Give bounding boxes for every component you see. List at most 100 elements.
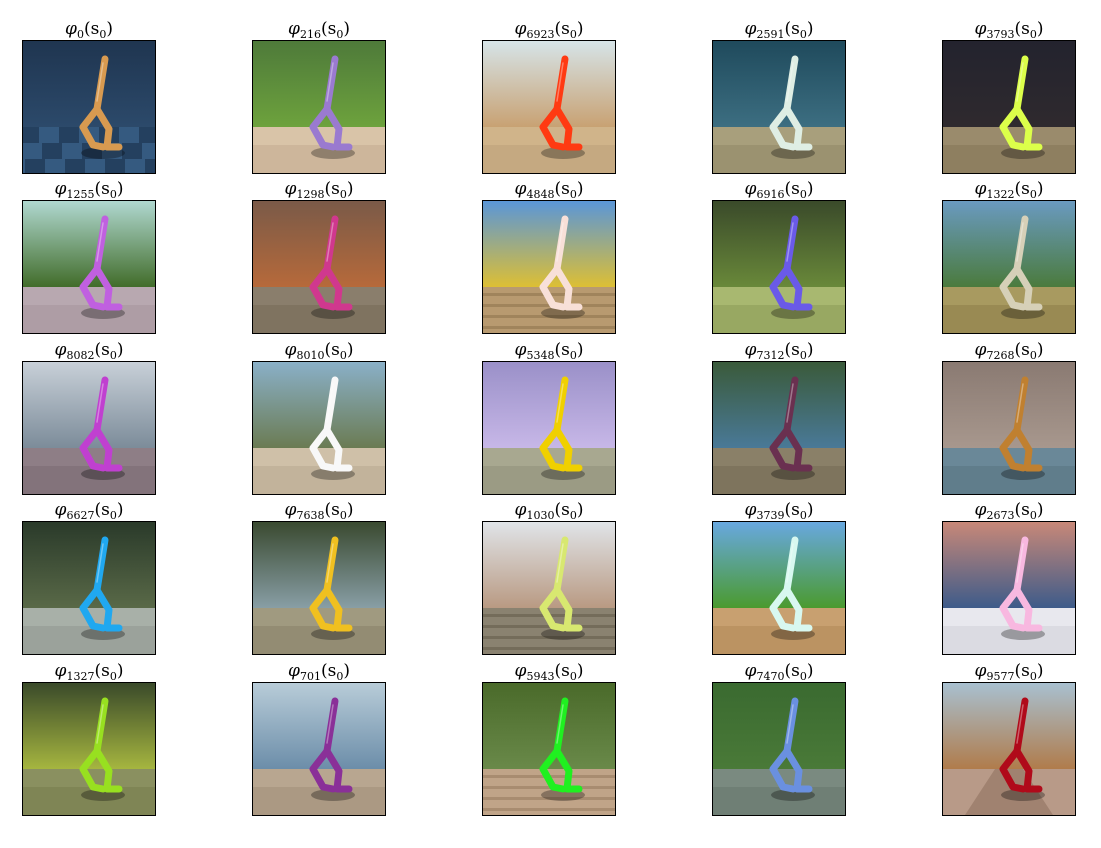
panel-title-arg: (s <box>1014 661 1030 681</box>
panel-title-close: ) <box>346 340 354 360</box>
walker-render-image <box>22 521 156 655</box>
panel-title-arg: (s <box>324 340 340 360</box>
panel-title-close: ) <box>106 19 113 39</box>
walker-render-image <box>252 200 386 334</box>
panel-title-symbol: φ <box>54 179 67 199</box>
panel-title-symbol: φ <box>54 661 67 681</box>
panel-title-arg: (s <box>324 179 340 199</box>
panel-title-arg: (s <box>320 19 337 39</box>
walker-render-image <box>252 682 386 816</box>
walker-render-image <box>22 40 156 174</box>
panel-title-arg: (s <box>324 500 340 520</box>
panel-title-arg: (s <box>320 661 337 681</box>
panel-title-symbol: φ <box>54 340 67 360</box>
panel-title: φ2591(s0) <box>672 18 886 41</box>
panel-title-close: ) <box>116 500 124 520</box>
panel-title-arg: (s <box>554 661 570 681</box>
panel-title-arg: (s <box>554 340 570 360</box>
panel-title-symbol: φ <box>514 19 527 39</box>
panel-title-symbol: φ <box>284 340 297 360</box>
panel-title-close: ) <box>116 340 124 360</box>
walker-render-image <box>252 361 386 495</box>
panel-title-arg: (s <box>1014 179 1030 199</box>
panel-title-close: ) <box>1036 661 1044 681</box>
panel-title-arg: (s <box>94 500 110 520</box>
panel-title-close: ) <box>346 500 354 520</box>
panel-title: φ7312(s0) <box>672 339 886 362</box>
panel-title-symbol: φ <box>54 500 67 520</box>
panel-title-close: ) <box>806 661 814 681</box>
walker-render-image <box>712 682 846 816</box>
walker-render-image <box>482 40 616 174</box>
panel-title-close: ) <box>576 500 584 520</box>
walker-render-image <box>482 361 616 495</box>
panel-title-symbol: φ <box>514 340 527 360</box>
panel-title-symbol: φ <box>744 340 757 360</box>
panel-title: φ1322(s0) <box>902 178 1101 201</box>
panel-title-close: ) <box>343 661 350 681</box>
panel-title: φ6923(s0) <box>442 18 656 41</box>
panel-title-arg: (s <box>784 179 800 199</box>
walker-render-image <box>942 521 1076 655</box>
panel-title-symbol: φ <box>974 500 987 520</box>
panel-title-symbol: φ <box>288 19 300 39</box>
panel-title: φ6627(s0) <box>0 499 196 522</box>
panel-title-arg: (s <box>784 500 800 520</box>
panel-title: φ0(s0) <box>0 18 196 41</box>
panel-title-arg: (s <box>83 19 100 39</box>
panel-title-symbol: φ <box>514 179 527 199</box>
panel-title-close: ) <box>806 500 814 520</box>
panel-title: φ1327(s0) <box>0 660 196 683</box>
panel-title: φ6916(s0) <box>672 178 886 201</box>
walker-render-image <box>712 361 846 495</box>
panel-title-symbol: φ <box>744 19 757 39</box>
panel-title-symbol: φ <box>288 661 300 681</box>
panel-title-symbol: φ <box>974 661 987 681</box>
panel-title-symbol: φ <box>744 179 757 199</box>
panel-title-close: ) <box>1036 19 1044 39</box>
panel-title-symbol: φ <box>284 500 297 520</box>
panel-title: φ1255(s0) <box>0 178 196 201</box>
panel-title: φ1298(s0) <box>212 178 426 201</box>
panel-title-symbol: φ <box>514 661 527 681</box>
panel-title-close: ) <box>576 19 584 39</box>
panel-title: φ3739(s0) <box>672 499 886 522</box>
panel-title-close: ) <box>806 179 814 199</box>
panel-title-close: ) <box>576 340 584 360</box>
panel-title-arg: (s <box>554 19 570 39</box>
walker-render-image <box>22 682 156 816</box>
panel-title-close: ) <box>346 179 354 199</box>
panel-title: φ216(s0) <box>212 18 426 41</box>
panel-title-arg: (s <box>1014 340 1030 360</box>
walker-render-image <box>22 200 156 334</box>
panel-title-close: ) <box>806 340 814 360</box>
panel-title-symbol: φ <box>65 19 77 39</box>
walker-render-image <box>482 200 616 334</box>
panel-title-symbol: φ <box>974 19 987 39</box>
panel-title: φ5943(s0) <box>442 660 656 683</box>
panel-title-arg: (s <box>1014 19 1030 39</box>
walker-render-image <box>942 682 1076 816</box>
panel-title-close: ) <box>576 661 584 681</box>
panel-title-close: ) <box>1036 179 1044 199</box>
panel-title-close: ) <box>576 179 584 199</box>
walker-render-image <box>482 521 616 655</box>
panel-title: φ5348(s0) <box>442 339 656 362</box>
panel-title-arg: (s <box>1014 500 1030 520</box>
panel-title-symbol: φ <box>744 500 757 520</box>
panel-title-symbol: φ <box>744 661 757 681</box>
panel-title: φ8010(s0) <box>212 339 426 362</box>
panel-title-symbol: φ <box>514 500 527 520</box>
walker-render-image <box>712 200 846 334</box>
panel-title: φ9577(s0) <box>902 660 1101 683</box>
panel-title-arg: (s <box>554 500 570 520</box>
walker-render-image <box>712 521 846 655</box>
panel-title-symbol: φ <box>974 340 987 360</box>
panel-title-symbol: φ <box>284 179 297 199</box>
walker-render-image <box>942 40 1076 174</box>
walker-render-image <box>22 361 156 495</box>
walker-render-image <box>942 361 1076 495</box>
panel-title-arg: (s <box>94 179 110 199</box>
panel-title-close: ) <box>343 19 350 39</box>
panel-title-arg: (s <box>554 179 570 199</box>
